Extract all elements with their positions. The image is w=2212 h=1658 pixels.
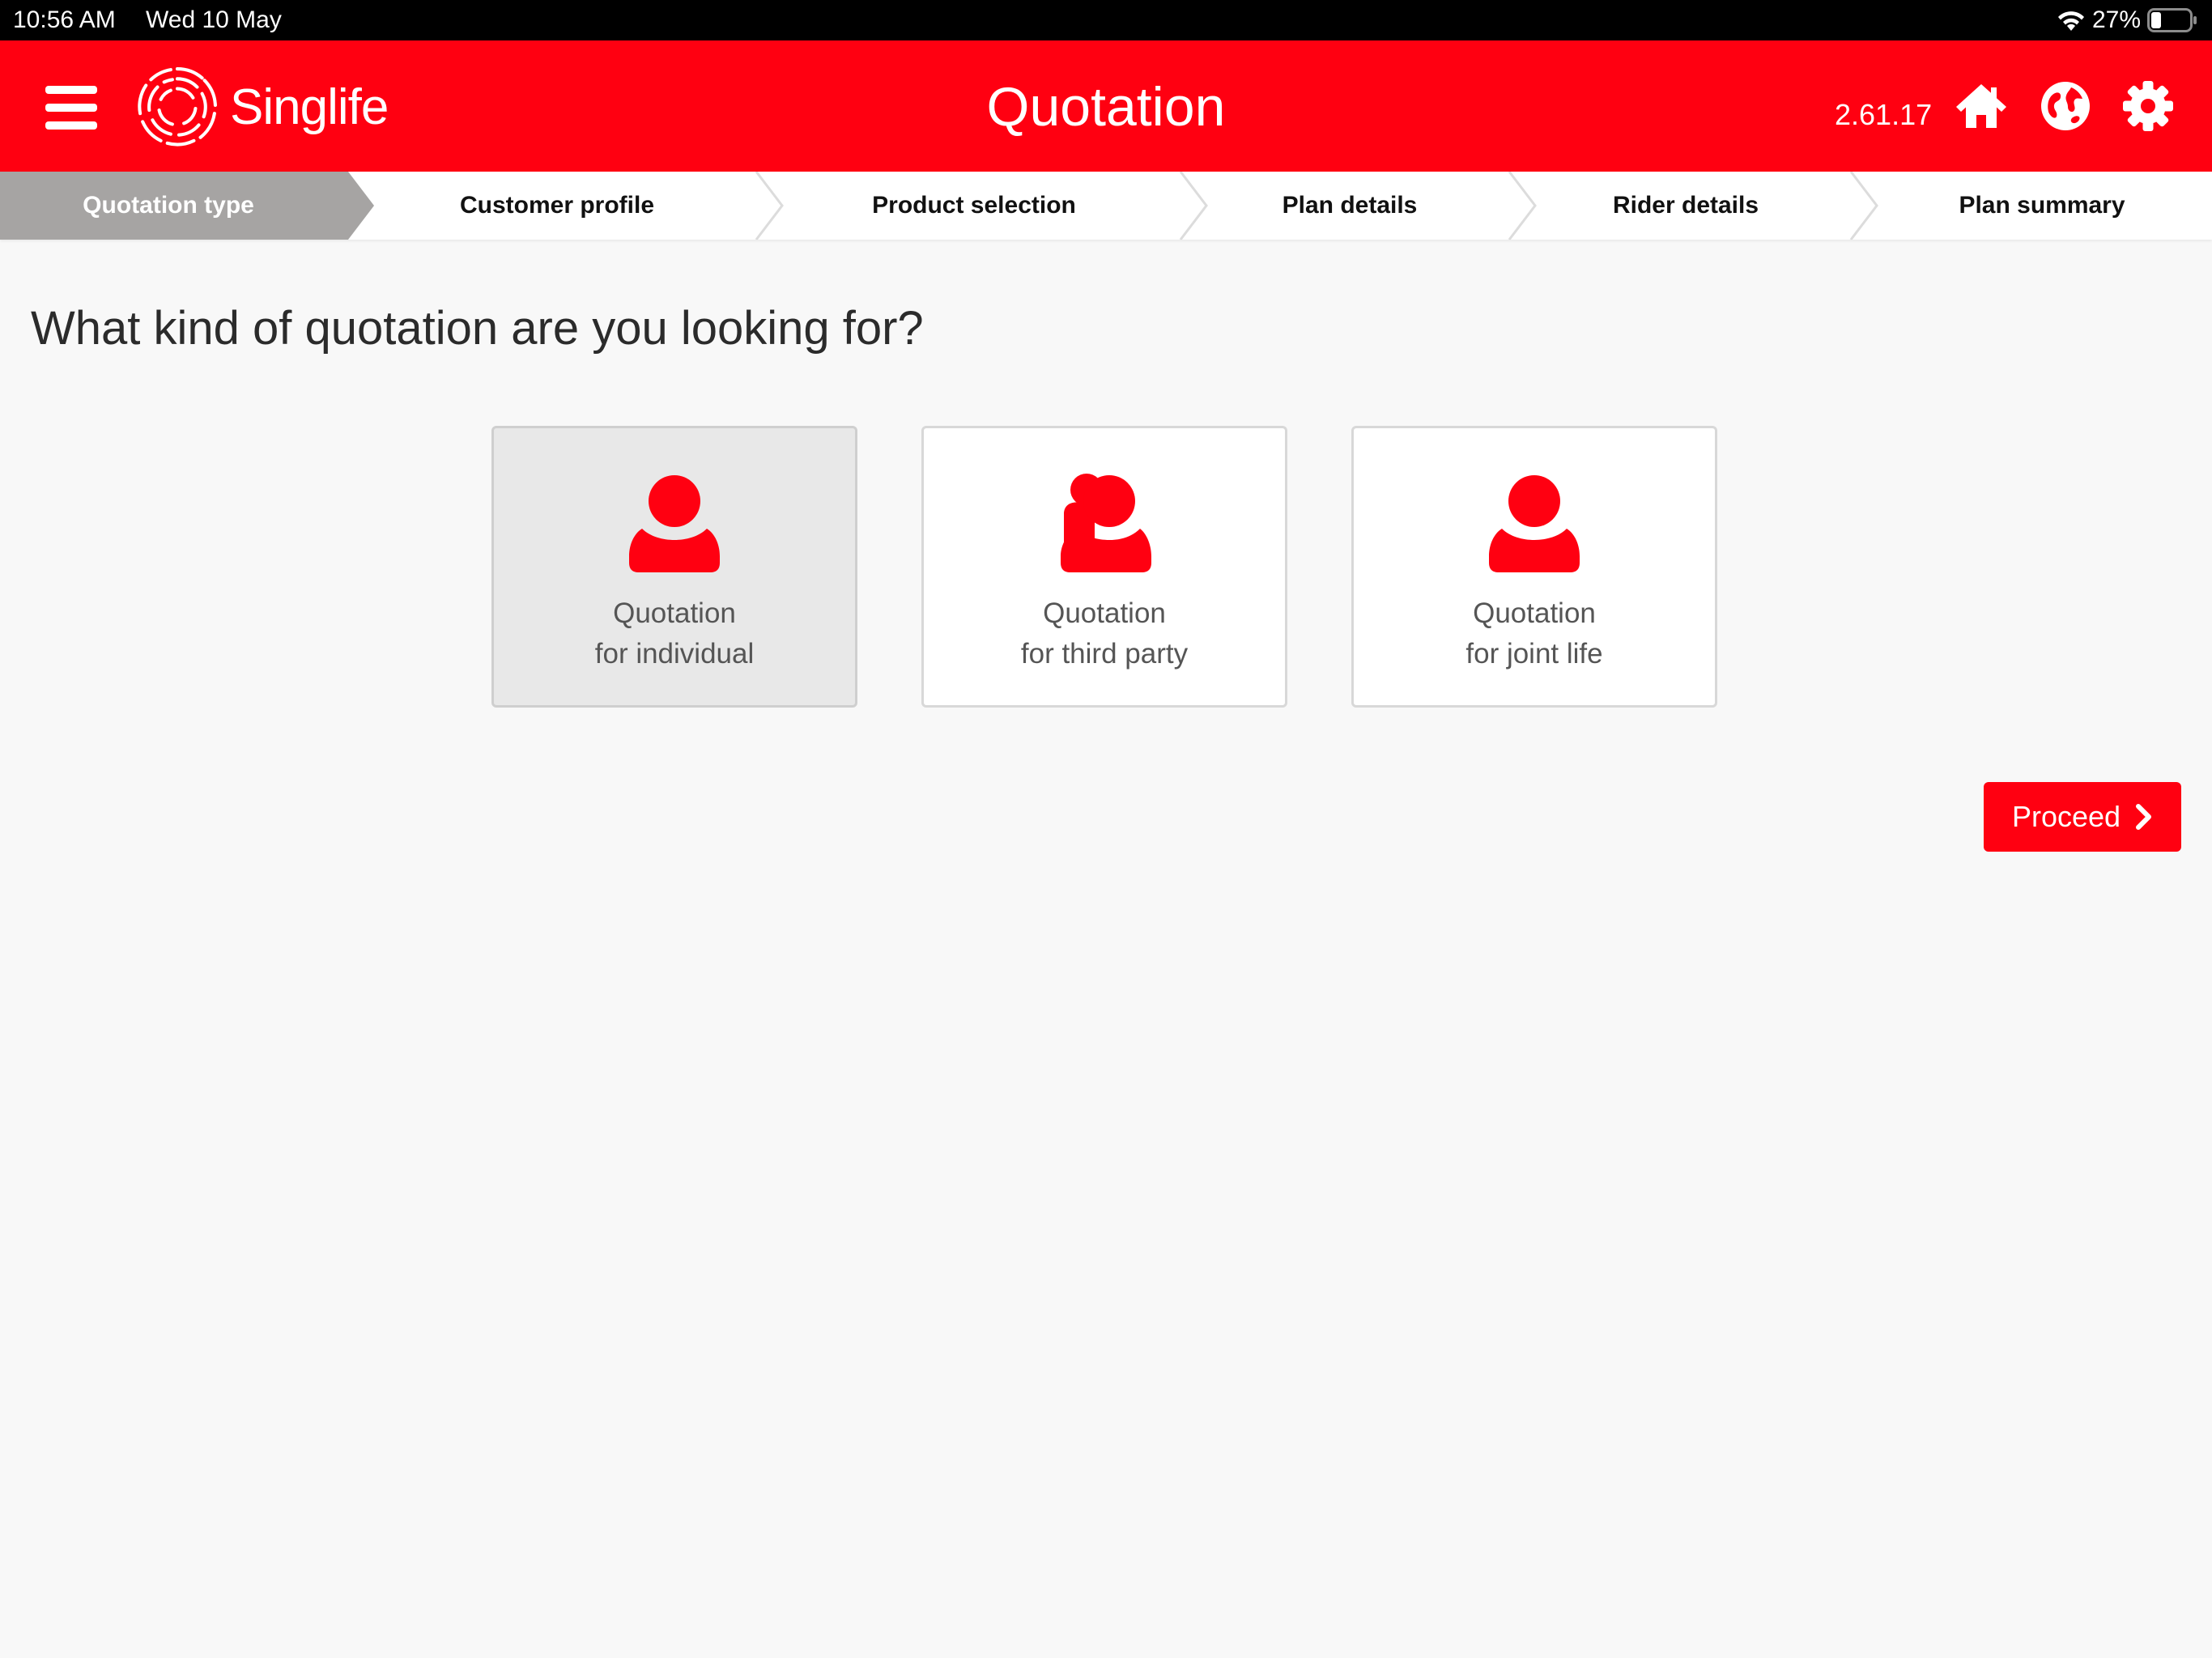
status-indicators: 27%: [2057, 0, 2197, 40]
option-title: Quotation: [613, 597, 736, 629]
question-heading: What kind of quotation are you looking f…: [31, 302, 924, 355]
progress-stepper: Quotation type Customer profile Product …: [0, 172, 2212, 240]
globe-icon: [2041, 82, 2090, 130]
battery-percent: 27%: [2091, 6, 2141, 33]
option-subtitle: for joint life: [1465, 638, 1603, 670]
step-product-selection[interactable]: Product selection: [782, 172, 1166, 240]
app-version: 2.61.17: [1835, 98, 1933, 131]
option-third-party-card[interactable]: Quotation for third party: [921, 426, 1287, 708]
option-subtitle: for third party: [1020, 638, 1189, 670]
step-plan-details[interactable]: Plan details: [1206, 172, 1493, 240]
option-subtitle: for individual: [594, 638, 755, 670]
option-title: Quotation: [1043, 597, 1166, 629]
status-date: Wed 10 May: [146, 6, 282, 33]
settings-button[interactable]: [2121, 79, 2175, 133]
wifi-icon: [2057, 11, 2084, 31]
app-header: Singlife Quotation 2.61.17: [0, 40, 2212, 172]
proceed-label: Proceed: [2011, 800, 2121, 833]
home-button[interactable]: [1955, 79, 2008, 133]
status-bar: 10:56 AM Wed 10 May 27%: [0, 0, 2212, 40]
chevron-right-icon: [2136, 804, 2152, 830]
home-icon: [1956, 84, 2006, 128]
proceed-button[interactable]: Proceed: [1984, 782, 2181, 852]
users-icon: [1061, 474, 1151, 572]
option-title: Quotation: [1473, 597, 1596, 629]
gear-icon: [2123, 81, 2173, 131]
globe-button[interactable]: [2039, 79, 2092, 133]
step-plan-summary[interactable]: Plan summary: [1877, 172, 2207, 240]
step-rider-details[interactable]: Rider details: [1535, 172, 1836, 240]
step-customer-profile[interactable]: Customer profile: [374, 172, 740, 240]
step-quotation-type[interactable]: Quotation type: [0, 172, 337, 240]
user-icon: [1489, 475, 1580, 572]
user-icon: [629, 475, 720, 572]
option-joint-life-card[interactable]: Quotation for joint life: [1351, 426, 1717, 708]
option-individual-card[interactable]: Quotation for individual: [491, 426, 857, 708]
status-time: 10:56 AM: [13, 6, 116, 33]
battery-icon: [2147, 8, 2197, 32]
